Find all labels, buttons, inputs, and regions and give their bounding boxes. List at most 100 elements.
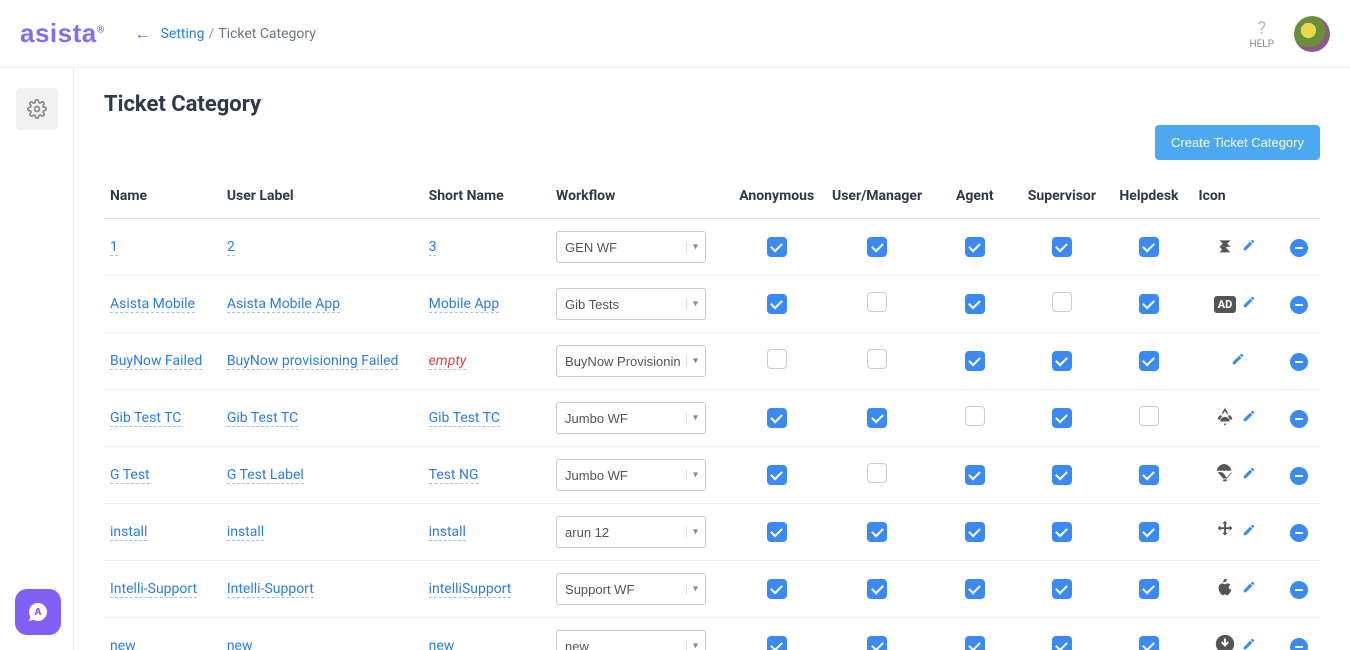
short-name-link[interactable]: Mobile App (429, 296, 500, 313)
name-link[interactable]: new (110, 638, 136, 650)
user-label-link[interactable]: Asista Mobile App (227, 296, 340, 313)
helpdesk-checkbox[interactable] (1139, 237, 1159, 257)
delete-button[interactable] (1290, 467, 1308, 485)
workflow-select[interactable]: Jumbo WF (556, 402, 706, 434)
agent-checkbox[interactable] (965, 294, 985, 314)
name-link[interactable]: Intelli-Support (110, 581, 197, 598)
helpdesk-checkbox[interactable] (1139, 294, 1159, 314)
supervisor-checkbox[interactable] (1052, 636, 1072, 650)
anonymous-checkbox[interactable] (767, 294, 787, 314)
name-link[interactable]: Gib Test TC (110, 410, 181, 427)
settings-gear-button[interactable] (16, 88, 58, 130)
table-row: Asista Mobile Asista Mobile App Mobile App… (104, 276, 1320, 333)
delete-button[interactable] (1290, 524, 1308, 542)
edit-icon-button[interactable] (1242, 466, 1256, 484)
supervisor-checkbox[interactable] (1052, 579, 1072, 599)
name-link[interactable]: Asista Mobile (110, 296, 195, 313)
back-arrow-icon[interactable]: ← (135, 24, 151, 44)
supervisor-checkbox[interactable] (1052, 522, 1072, 542)
agent-checkbox[interactable] (965, 636, 985, 650)
user_manager-checkbox[interactable] (867, 292, 887, 312)
create-ticket-category-button[interactable]: Create Ticket Category (1155, 125, 1320, 160)
user_manager-checkbox[interactable] (867, 522, 887, 542)
edit-icon-button[interactable] (1242, 637, 1256, 650)
user-label-link[interactable]: G Test Label (227, 467, 304, 484)
agent-checkbox[interactable] (965, 522, 985, 542)
anonymous-checkbox[interactable] (767, 349, 787, 369)
brand-logo[interactable]: asista® (20, 18, 105, 49)
delete-button[interactable] (1290, 296, 1308, 314)
helpdesk-checkbox[interactable] (1139, 465, 1159, 485)
short-name-link[interactable]: empty (429, 353, 467, 370)
supervisor-checkbox[interactable] (1052, 351, 1072, 371)
agent-checkbox[interactable] (965, 465, 985, 485)
edit-icon-button[interactable] (1242, 409, 1256, 427)
helpdesk-checkbox[interactable] (1139, 636, 1159, 650)
name-link[interactable]: install (110, 524, 147, 541)
delete-button[interactable] (1290, 638, 1308, 650)
user_manager-checkbox[interactable] (867, 463, 887, 483)
supervisor-checkbox[interactable] (1052, 292, 1072, 312)
helpdesk-checkbox[interactable] (1139, 579, 1159, 599)
short-name-link[interactable]: intelliSupport (429, 581, 512, 598)
user_manager-checkbox[interactable] (867, 579, 887, 599)
user-label-link[interactable]: Gib Test TC (227, 410, 298, 427)
user_manager-checkbox[interactable] (867, 349, 887, 369)
anonymous-checkbox[interactable] (767, 465, 787, 485)
user-label-link[interactable]: 2 (227, 239, 235, 256)
user-label-link[interactable]: new (227, 638, 253, 650)
edit-icon-button[interactable] (1242, 580, 1256, 598)
name-link[interactable]: BuyNow Failed (110, 353, 202, 370)
name-link[interactable]: G Test (110, 467, 150, 484)
user_manager-checkbox[interactable] (867, 408, 887, 428)
short-name-link[interactable]: 3 (429, 239, 437, 256)
supervisor-checkbox[interactable] (1052, 408, 1072, 428)
name-link[interactable]: 1 (110, 239, 118, 256)
anonymous-checkbox[interactable] (767, 522, 787, 542)
edit-icon-button[interactable] (1242, 295, 1256, 313)
delete-button[interactable] (1290, 353, 1308, 371)
short-name-link[interactable]: Test NG (429, 467, 479, 484)
supervisor-checkbox[interactable] (1052, 237, 1072, 257)
edit-icon-button[interactable] (1242, 523, 1256, 541)
anonymous-checkbox[interactable] (767, 408, 787, 428)
user-label-link[interactable]: BuyNow provisioning Failed (227, 353, 399, 370)
help-button[interactable]: ? HELP (1249, 18, 1274, 50)
delete-button[interactable] (1290, 581, 1308, 599)
user-label-link[interactable]: install (227, 524, 264, 541)
user_manager-checkbox[interactable] (867, 636, 887, 650)
main-content: Ticket Category Create Ticket Category N… (74, 68, 1350, 650)
breadcrumb-setting[interactable]: Setting (161, 26, 205, 42)
edit-icon-button[interactable] (1242, 238, 1256, 256)
anonymous-checkbox[interactable] (767, 636, 787, 650)
workflow-select[interactable]: GEN WF (556, 231, 706, 263)
helpdesk-checkbox[interactable] (1139, 406, 1159, 426)
workflow-select[interactable]: BuyNow Provisionin… (556, 345, 706, 377)
workflow-select[interactable]: arun 12 (556, 516, 706, 548)
anonymous-checkbox[interactable] (767, 237, 787, 257)
workflow-select[interactable]: Gib Tests (556, 288, 706, 320)
user_manager-checkbox[interactable] (867, 237, 887, 257)
workflow-select[interactable]: new (556, 630, 706, 650)
delete-button[interactable] (1290, 239, 1308, 257)
user-label-link[interactable]: Intelli-Support (227, 581, 314, 598)
short-name-link[interactable]: Gib Test TC (429, 410, 500, 427)
supervisor-checkbox[interactable] (1052, 465, 1072, 485)
short-name-link[interactable]: new (429, 638, 455, 650)
table-row: G Test G Test Label Test NG Jumbo WF (104, 447, 1320, 504)
workflow-select[interactable]: Jumbo WF (556, 459, 706, 491)
delete-button[interactable] (1290, 410, 1308, 428)
table-row: Gib Test TC Gib Test TC Gib Test TC Jumbo W… (104, 390, 1320, 447)
avatar[interactable] (1294, 16, 1330, 52)
agent-checkbox[interactable] (965, 579, 985, 599)
workflow-select[interactable]: Support WF (556, 573, 706, 605)
anonymous-checkbox[interactable] (767, 579, 787, 599)
helpdesk-checkbox[interactable] (1139, 522, 1159, 542)
short-name-link[interactable]: install (429, 524, 466, 541)
edit-icon-button[interactable] (1231, 352, 1245, 370)
helpdesk-checkbox[interactable] (1139, 351, 1159, 371)
agent-checkbox[interactable] (965, 406, 985, 426)
agent-checkbox[interactable] (965, 351, 985, 371)
agent-checkbox[interactable] (965, 237, 985, 257)
chat-fab[interactable] (15, 589, 61, 635)
